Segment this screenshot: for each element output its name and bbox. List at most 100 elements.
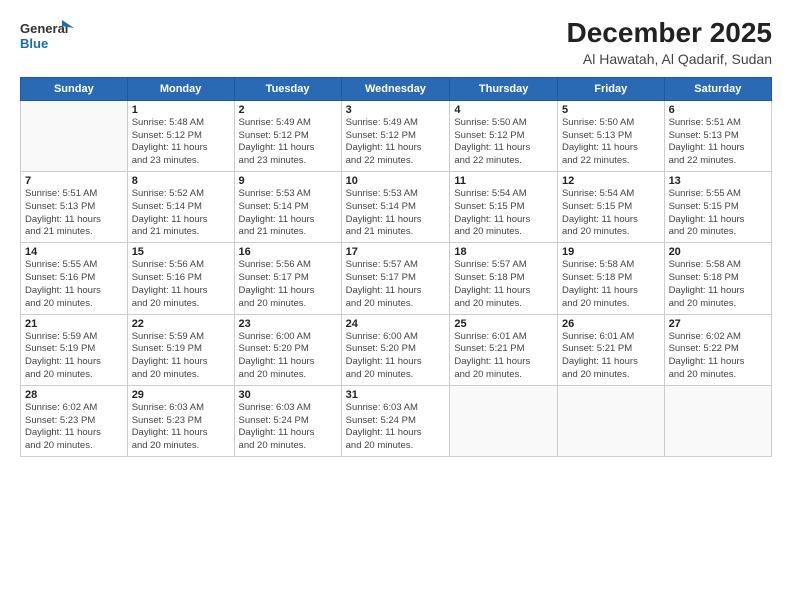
calendar-cell: 23Sunrise: 6:00 AM Sunset: 5:20 PM Dayli…: [234, 314, 341, 385]
calendar-cell: 16Sunrise: 5:56 AM Sunset: 5:17 PM Dayli…: [234, 243, 341, 314]
subtitle: Al Hawatah, Al Qadarif, Sudan: [567, 51, 772, 67]
day-number: 13: [669, 175, 767, 187]
day-number: 1: [132, 104, 230, 116]
day-detail: Sunrise: 5:49 AM Sunset: 5:12 PM Dayligh…: [239, 117, 337, 168]
day-number: 31: [346, 389, 446, 401]
calendar-header-thursday: Thursday: [450, 77, 558, 100]
calendar-cell: 7Sunrise: 5:51 AM Sunset: 5:13 PM Daylig…: [21, 172, 128, 243]
calendar-cell: 30Sunrise: 6:03 AM Sunset: 5:24 PM Dayli…: [234, 385, 341, 456]
calendar-cell: 2Sunrise: 5:49 AM Sunset: 5:12 PM Daylig…: [234, 100, 341, 171]
calendar-cell: [557, 385, 664, 456]
day-detail: Sunrise: 6:01 AM Sunset: 5:21 PM Dayligh…: [454, 331, 553, 382]
day-detail: Sunrise: 5:48 AM Sunset: 5:12 PM Dayligh…: [132, 117, 230, 168]
day-number: 4: [454, 104, 553, 116]
day-number: 21: [25, 318, 123, 330]
svg-text:Blue: Blue: [20, 36, 48, 51]
day-detail: Sunrise: 5:58 AM Sunset: 5:18 PM Dayligh…: [562, 259, 660, 310]
day-detail: Sunrise: 6:00 AM Sunset: 5:20 PM Dayligh…: [239, 331, 337, 382]
day-detail: Sunrise: 5:51 AM Sunset: 5:13 PM Dayligh…: [25, 188, 123, 239]
day-detail: Sunrise: 5:53 AM Sunset: 5:14 PM Dayligh…: [239, 188, 337, 239]
calendar-cell: 13Sunrise: 5:55 AM Sunset: 5:15 PM Dayli…: [664, 172, 771, 243]
calendar-header-saturday: Saturday: [664, 77, 771, 100]
logo-svg: GeneralBlue: [20, 18, 80, 53]
svg-text:General: General: [20, 21, 68, 36]
calendar-cell: 26Sunrise: 6:01 AM Sunset: 5:21 PM Dayli…: [557, 314, 664, 385]
calendar-cell: 17Sunrise: 5:57 AM Sunset: 5:17 PM Dayli…: [341, 243, 450, 314]
calendar-cell: 25Sunrise: 6:01 AM Sunset: 5:21 PM Dayli…: [450, 314, 558, 385]
day-number: 11: [454, 175, 553, 187]
calendar-header-row: SundayMondayTuesdayWednesdayThursdayFrid…: [21, 77, 772, 100]
day-detail: Sunrise: 5:56 AM Sunset: 5:16 PM Dayligh…: [132, 259, 230, 310]
day-number: 23: [239, 318, 337, 330]
calendar-cell: 4Sunrise: 5:50 AM Sunset: 5:12 PM Daylig…: [450, 100, 558, 171]
day-number: 3: [346, 104, 446, 116]
day-number: 6: [669, 104, 767, 116]
day-detail: Sunrise: 5:58 AM Sunset: 5:18 PM Dayligh…: [669, 259, 767, 310]
day-number: 24: [346, 318, 446, 330]
day-detail: Sunrise: 5:54 AM Sunset: 5:15 PM Dayligh…: [562, 188, 660, 239]
day-detail: Sunrise: 5:55 AM Sunset: 5:15 PM Dayligh…: [669, 188, 767, 239]
calendar-cell: 31Sunrise: 6:03 AM Sunset: 5:24 PM Dayli…: [341, 385, 450, 456]
logo: GeneralBlue: [20, 18, 80, 53]
calendar-header-tuesday: Tuesday: [234, 77, 341, 100]
day-detail: Sunrise: 5:57 AM Sunset: 5:17 PM Dayligh…: [346, 259, 446, 310]
day-number: 29: [132, 389, 230, 401]
calendar-cell: [450, 385, 558, 456]
calendar-cell: 3Sunrise: 5:49 AM Sunset: 5:12 PM Daylig…: [341, 100, 450, 171]
calendar-cell: [664, 385, 771, 456]
day-number: 8: [132, 175, 230, 187]
day-detail: Sunrise: 5:51 AM Sunset: 5:13 PM Dayligh…: [669, 117, 767, 168]
calendar-cell: 24Sunrise: 6:00 AM Sunset: 5:20 PM Dayli…: [341, 314, 450, 385]
day-detail: Sunrise: 6:01 AM Sunset: 5:21 PM Dayligh…: [562, 331, 660, 382]
calendar-cell: 19Sunrise: 5:58 AM Sunset: 5:18 PM Dayli…: [557, 243, 664, 314]
day-detail: Sunrise: 6:03 AM Sunset: 5:24 PM Dayligh…: [239, 402, 337, 453]
calendar-cell: [21, 100, 128, 171]
day-number: 25: [454, 318, 553, 330]
day-detail: Sunrise: 5:59 AM Sunset: 5:19 PM Dayligh…: [25, 331, 123, 382]
day-detail: Sunrise: 5:53 AM Sunset: 5:14 PM Dayligh…: [346, 188, 446, 239]
day-detail: Sunrise: 5:50 AM Sunset: 5:13 PM Dayligh…: [562, 117, 660, 168]
day-number: 14: [25, 246, 123, 258]
header: GeneralBlue December 2025 Al Hawatah, Al…: [20, 18, 772, 67]
calendar-cell: 14Sunrise: 5:55 AM Sunset: 5:16 PM Dayli…: [21, 243, 128, 314]
day-detail: Sunrise: 5:54 AM Sunset: 5:15 PM Dayligh…: [454, 188, 553, 239]
calendar-cell: 20Sunrise: 5:58 AM Sunset: 5:18 PM Dayli…: [664, 243, 771, 314]
calendar-week-5: 28Sunrise: 6:02 AM Sunset: 5:23 PM Dayli…: [21, 385, 772, 456]
calendar-header-sunday: Sunday: [21, 77, 128, 100]
day-detail: Sunrise: 6:03 AM Sunset: 5:23 PM Dayligh…: [132, 402, 230, 453]
day-detail: Sunrise: 6:03 AM Sunset: 5:24 PM Dayligh…: [346, 402, 446, 453]
calendar-cell: 5Sunrise: 5:50 AM Sunset: 5:13 PM Daylig…: [557, 100, 664, 171]
calendar-cell: 11Sunrise: 5:54 AM Sunset: 5:15 PM Dayli…: [450, 172, 558, 243]
day-number: 28: [25, 389, 123, 401]
day-detail: Sunrise: 5:55 AM Sunset: 5:16 PM Dayligh…: [25, 259, 123, 310]
day-detail: Sunrise: 5:59 AM Sunset: 5:19 PM Dayligh…: [132, 331, 230, 382]
calendar-header-wednesday: Wednesday: [341, 77, 450, 100]
calendar-header-friday: Friday: [557, 77, 664, 100]
page: GeneralBlue December 2025 Al Hawatah, Al…: [0, 0, 792, 612]
calendar-cell: 1Sunrise: 5:48 AM Sunset: 5:12 PM Daylig…: [127, 100, 234, 171]
calendar-cell: 18Sunrise: 5:57 AM Sunset: 5:18 PM Dayli…: [450, 243, 558, 314]
day-number: 7: [25, 175, 123, 187]
calendar-cell: 15Sunrise: 5:56 AM Sunset: 5:16 PM Dayli…: [127, 243, 234, 314]
calendar-cell: 29Sunrise: 6:03 AM Sunset: 5:23 PM Dayli…: [127, 385, 234, 456]
calendar-week-4: 21Sunrise: 5:59 AM Sunset: 5:19 PM Dayli…: [21, 314, 772, 385]
calendar-week-3: 14Sunrise: 5:55 AM Sunset: 5:16 PM Dayli…: [21, 243, 772, 314]
day-number: 5: [562, 104, 660, 116]
calendar-week-2: 7Sunrise: 5:51 AM Sunset: 5:13 PM Daylig…: [21, 172, 772, 243]
calendar-table: SundayMondayTuesdayWednesdayThursdayFrid…: [20, 77, 772, 457]
calendar-header-monday: Monday: [127, 77, 234, 100]
calendar-week-1: 1Sunrise: 5:48 AM Sunset: 5:12 PM Daylig…: [21, 100, 772, 171]
calendar-cell: 27Sunrise: 6:02 AM Sunset: 5:22 PM Dayli…: [664, 314, 771, 385]
day-number: 15: [132, 246, 230, 258]
day-detail: Sunrise: 5:57 AM Sunset: 5:18 PM Dayligh…: [454, 259, 553, 310]
calendar-cell: 12Sunrise: 5:54 AM Sunset: 5:15 PM Dayli…: [557, 172, 664, 243]
calendar-cell: 8Sunrise: 5:52 AM Sunset: 5:14 PM Daylig…: [127, 172, 234, 243]
day-detail: Sunrise: 5:52 AM Sunset: 5:14 PM Dayligh…: [132, 188, 230, 239]
day-number: 20: [669, 246, 767, 258]
calendar-cell: 22Sunrise: 5:59 AM Sunset: 5:19 PM Dayli…: [127, 314, 234, 385]
calendar-cell: 10Sunrise: 5:53 AM Sunset: 5:14 PM Dayli…: [341, 172, 450, 243]
day-detail: Sunrise: 6:02 AM Sunset: 5:22 PM Dayligh…: [669, 331, 767, 382]
day-number: 9: [239, 175, 337, 187]
day-detail: Sunrise: 5:49 AM Sunset: 5:12 PM Dayligh…: [346, 117, 446, 168]
day-number: 19: [562, 246, 660, 258]
